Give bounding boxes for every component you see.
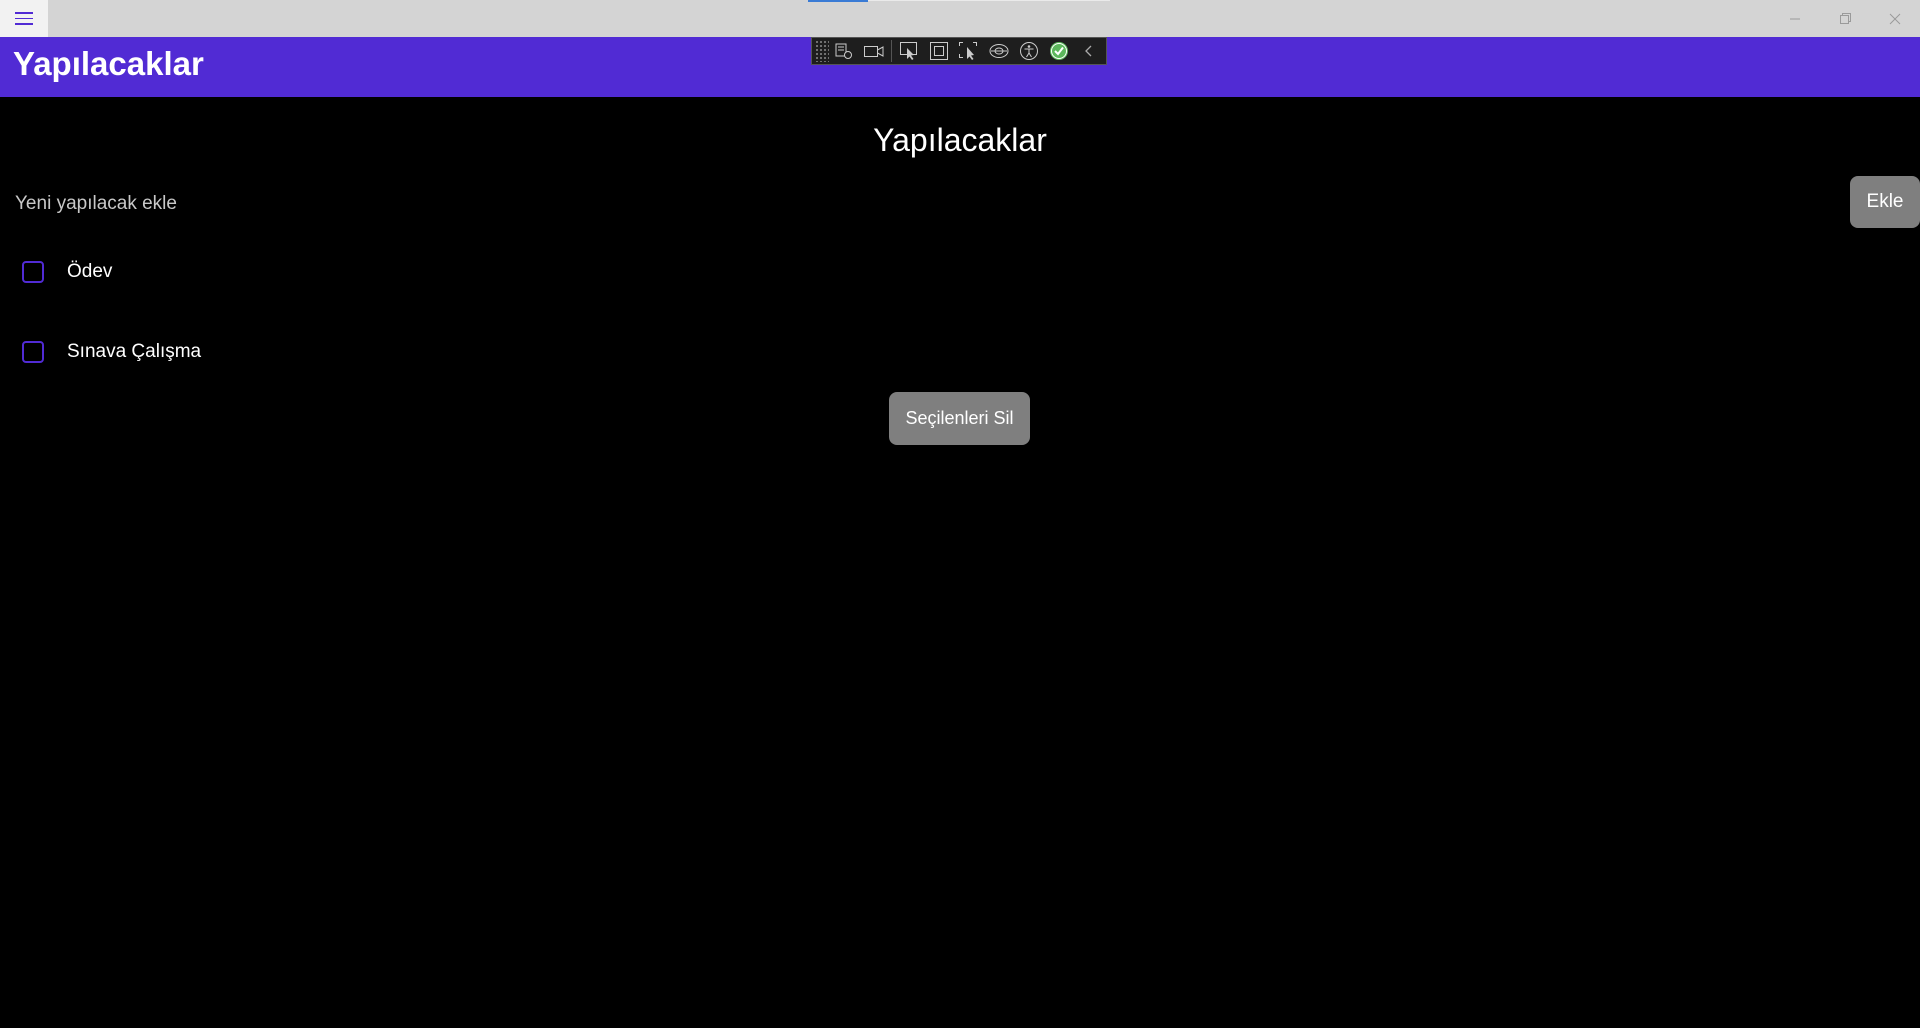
page-title: Yapılacaklar [873, 122, 1047, 158]
todo-label: Sınava Çalışma [67, 341, 202, 362]
live-visual-tree-icon[interactable] [829, 38, 859, 64]
debug-toolbar [811, 37, 1107, 65]
todo-checkbox[interactable] [22, 261, 44, 283]
titlebar-accent [808, 0, 868, 2]
binding-failures-icon[interactable] [984, 38, 1014, 64]
hot-reload-status-icon[interactable] [1044, 38, 1074, 64]
header-title: Yapılacaklar [13, 45, 204, 82]
todo-label: Ödev [67, 261, 113, 282]
track-focus-icon[interactable] [954, 38, 984, 64]
delete-selected-button[interactable]: Seçilenleri Sil [889, 392, 1030, 445]
todo-checkbox[interactable] [22, 341, 44, 363]
collapse-icon[interactable] [1074, 38, 1104, 64]
select-element-icon[interactable] [894, 38, 924, 64]
close-icon[interactable] [1870, 0, 1920, 37]
add-button[interactable]: Ekle [1850, 176, 1920, 228]
hamburger-icon[interactable] [0, 0, 48, 37]
todo-item: Sınava Çalışma [0, 332, 600, 372]
todo-item: Ödev [0, 252, 600, 292]
minimize-icon[interactable] [1770, 0, 1820, 37]
window-controls [1770, 0, 1920, 37]
accessibility-icon[interactable] [1014, 38, 1044, 64]
titlebar-divider [868, 0, 1110, 1]
drag-grip-icon[interactable] [815, 40, 829, 62]
record-icon[interactable] [859, 38, 889, 64]
display-layout-adorners-icon[interactable] [924, 38, 954, 64]
maximize-icon[interactable] [1820, 0, 1870, 37]
toolbar-separator [891, 40, 892, 62]
new-todo-input[interactable] [13, 189, 1837, 219]
window-titlebar [0, 0, 1920, 37]
